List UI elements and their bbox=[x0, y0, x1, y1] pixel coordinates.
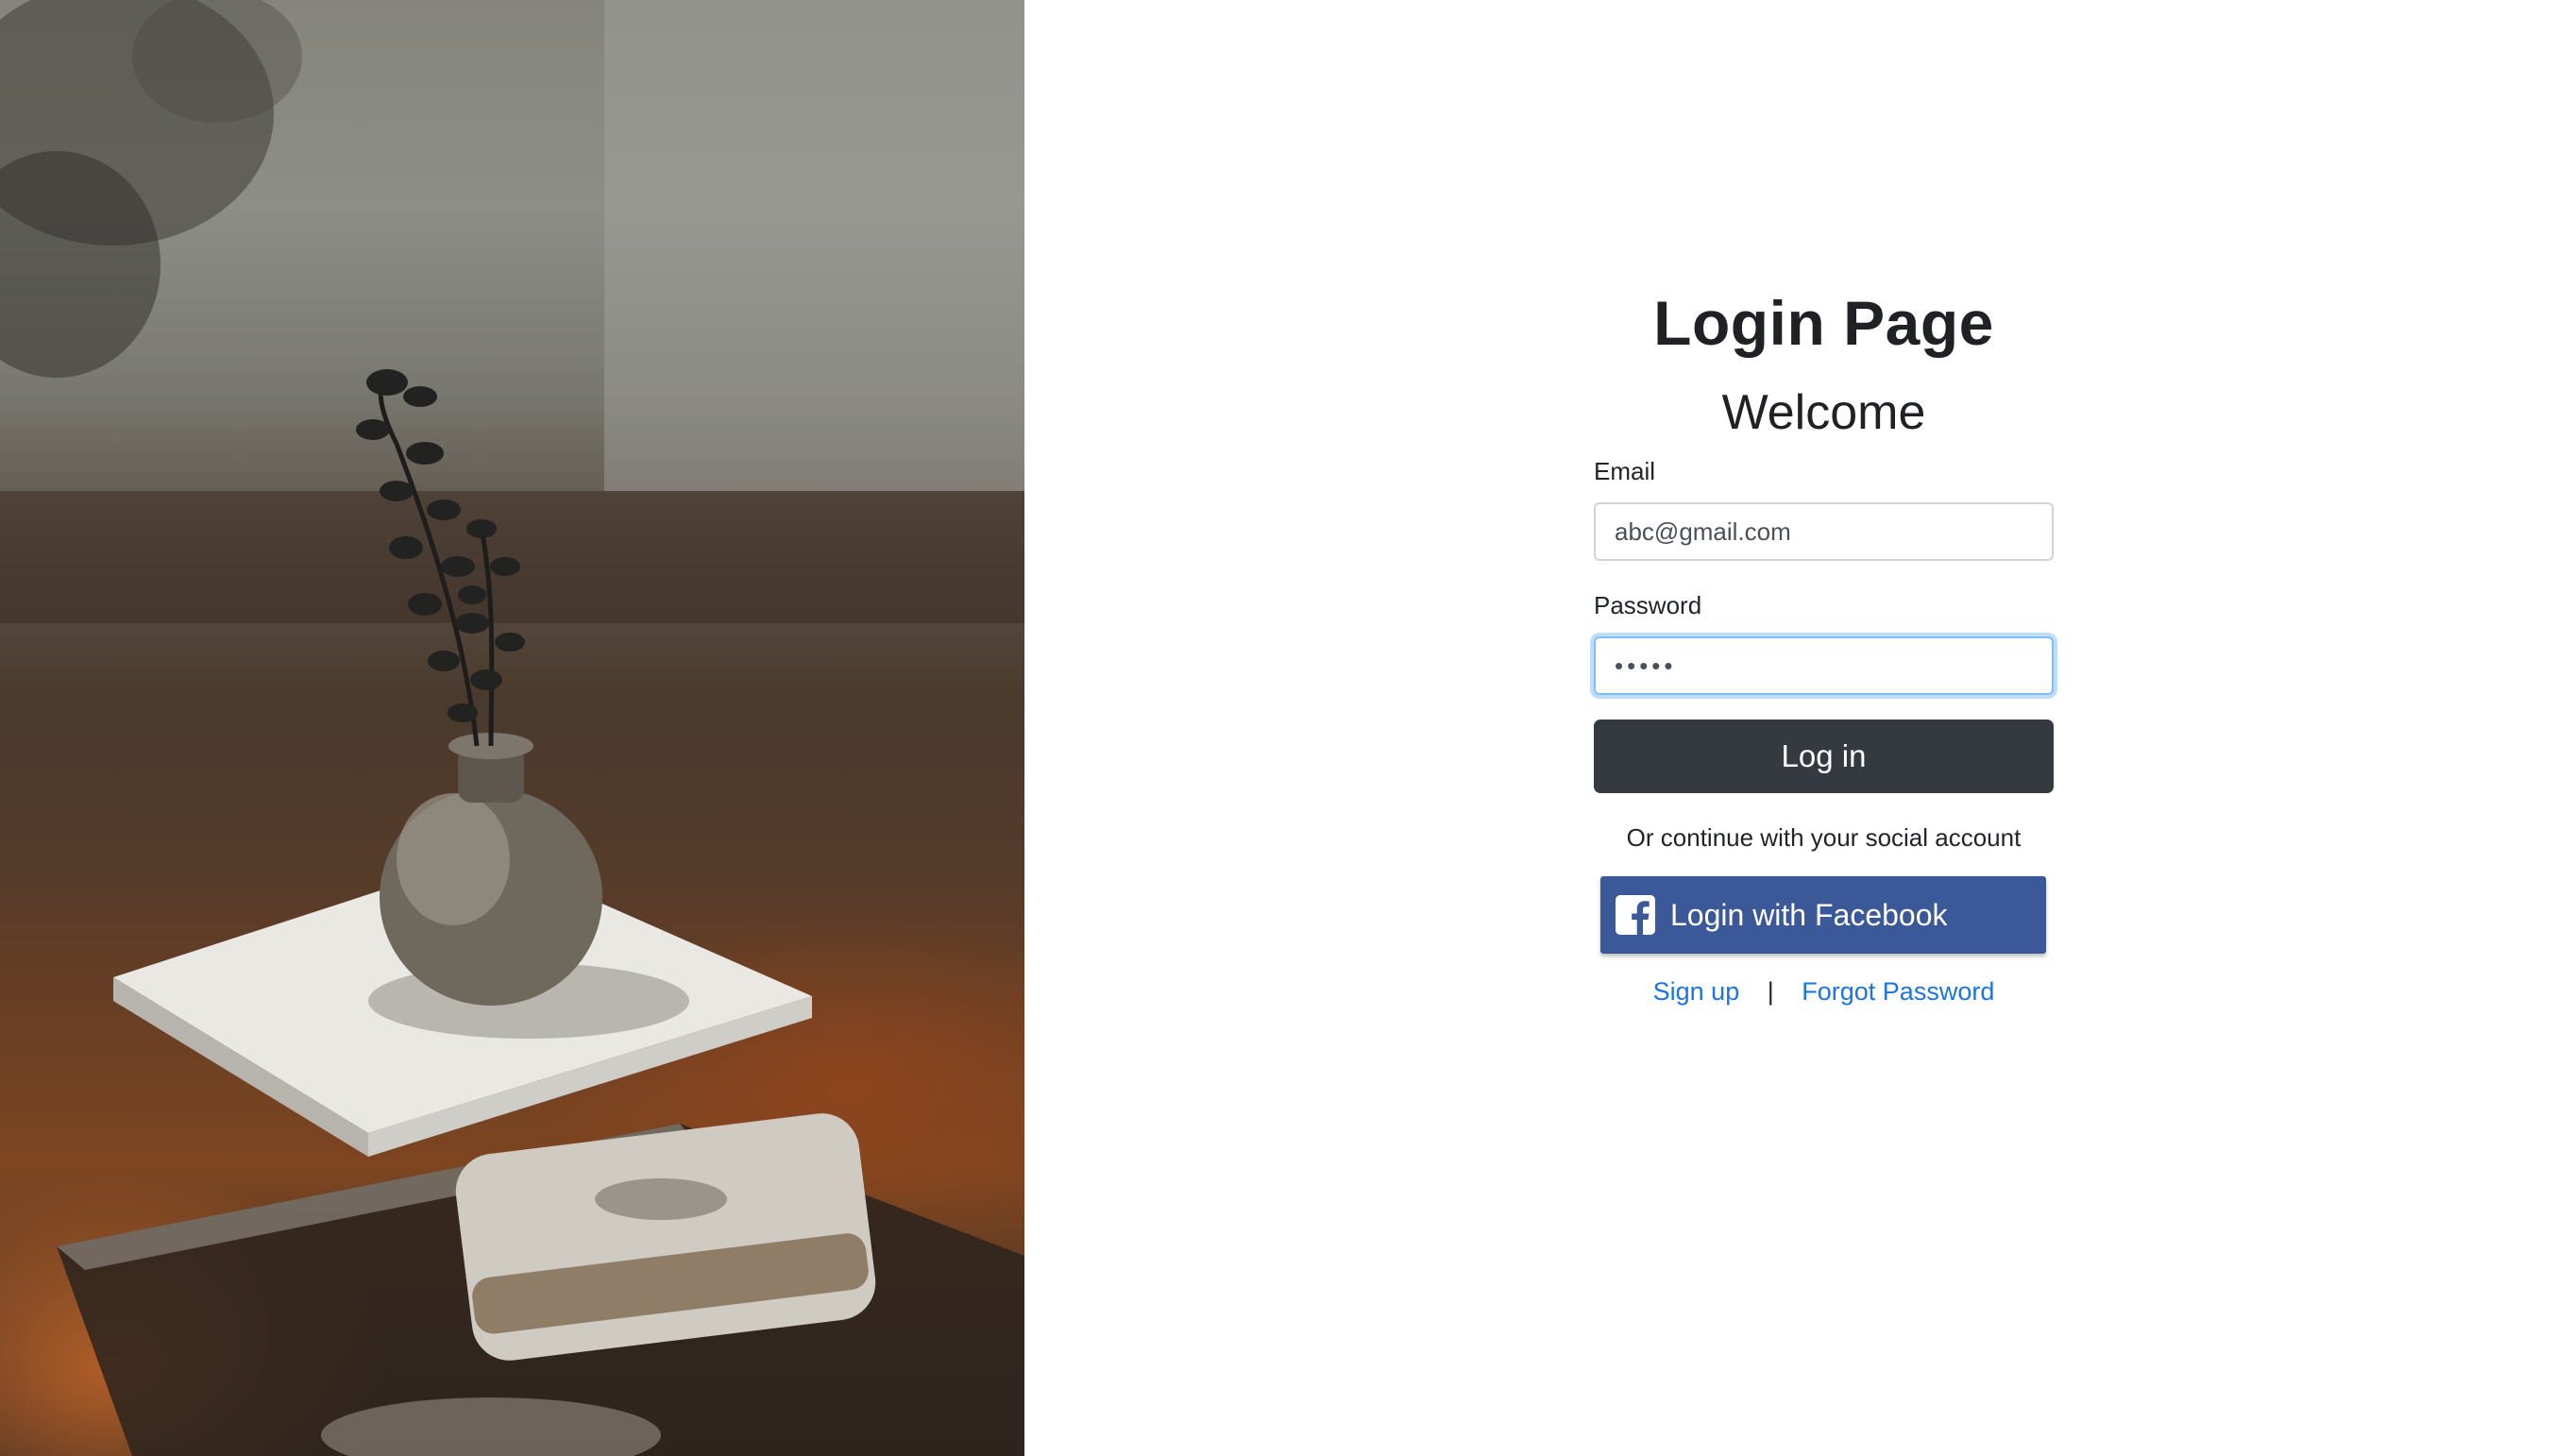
social-login-text: Or continue with your social account bbox=[1626, 823, 2022, 852]
auth-links: Sign up | Forgot Password bbox=[1594, 974, 2054, 1008]
vase-with-eucalyptus-on-book-photo bbox=[0, 0, 1024, 1456]
welcome-heading: Welcome bbox=[1721, 385, 1926, 440]
facebook-button-label: Login with Facebook bbox=[1670, 897, 1948, 932]
login-panel: Login Page Welcome Email Password Log in… bbox=[1024, 0, 2555, 1456]
sign-up-link[interactable]: Sign up bbox=[1653, 977, 1740, 1006]
login-form: Login Page Welcome Email Password Log in… bbox=[1594, 283, 2054, 1008]
facebook-login-button[interactable]: Login with Facebook bbox=[1600, 876, 2046, 954]
login-page: Login Page Welcome Email Password Log in… bbox=[0, 0, 2555, 1456]
forgot-password-link[interactable]: Forgot Password bbox=[1802, 977, 1994, 1006]
password-label: Password bbox=[1594, 591, 1702, 619]
facebook-logo-icon bbox=[1616, 895, 1655, 935]
page-title: Login Page bbox=[1653, 288, 1994, 358]
email-input[interactable] bbox=[1594, 502, 2054, 561]
password-input[interactable] bbox=[1594, 636, 2054, 695]
link-separator: | bbox=[1767, 977, 1774, 1006]
email-label: Email bbox=[1594, 457, 1656, 485]
login-button[interactable]: Log in bbox=[1594, 720, 2054, 793]
